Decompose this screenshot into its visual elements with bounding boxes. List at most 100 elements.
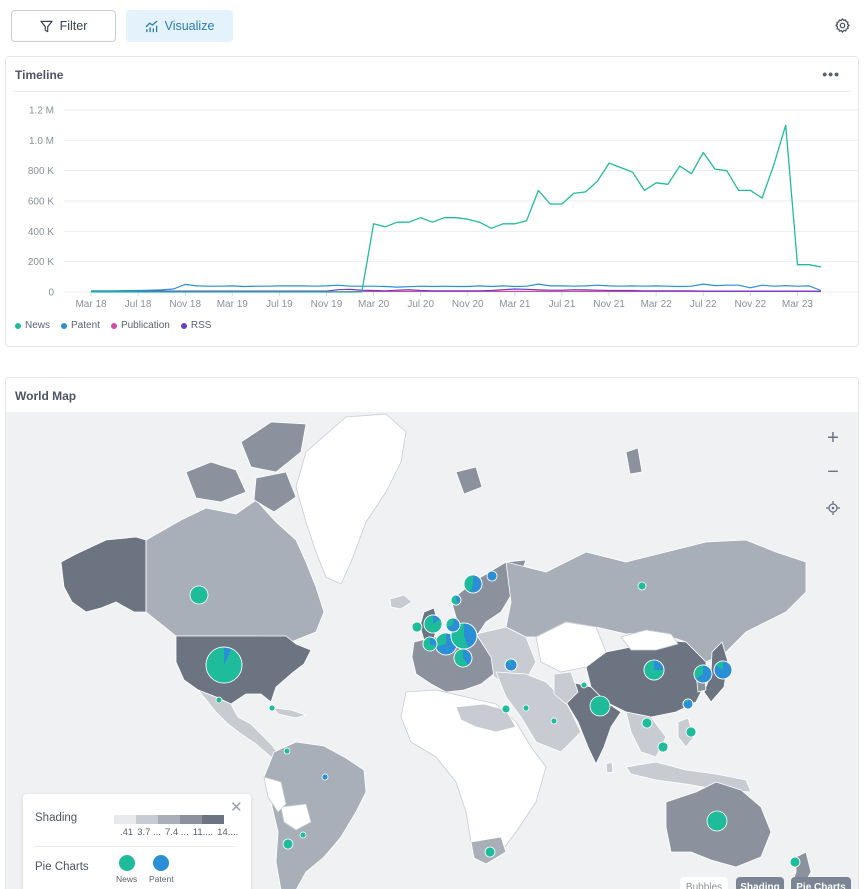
pie-marker-cuba[interactable] — [268, 704, 276, 712]
world-map-panel: World Map + − Shading ✕ .41 3.7 ... 7.4 … — [5, 377, 859, 889]
pie-marker-new-zealand[interactable] — [789, 856, 801, 868]
pie-marker-united-states[interactable] — [205, 646, 243, 684]
legend-item-rss[interactable]: RSS — [180, 320, 211, 331]
pie-marker-uae[interactable] — [550, 717, 558, 725]
y-tick-label: 400 K — [28, 227, 54, 238]
bubbles-mode-button[interactable]: Bubbles — [680, 877, 728, 889]
pie-marker-israel[interactable] — [522, 704, 530, 712]
zoom-in-button[interactable]: + — [823, 428, 843, 448]
x-tick-label: Mar 20 — [358, 299, 390, 310]
pie-marker-united-kingdom[interactable] — [423, 614, 443, 634]
x-tick-label: Jul 20 — [407, 299, 434, 310]
pie-slice — [486, 570, 498, 582]
pie-slice — [657, 741, 669, 753]
pie-marker-sweden[interactable] — [463, 574, 483, 594]
pie-key-label: Patent — [149, 874, 174, 884]
pie-marker-norway[interactable] — [450, 594, 462, 606]
pie-slice — [789, 856, 801, 868]
pie-marker-australia[interactable] — [706, 810, 728, 832]
pie-marker-spain[interactable] — [422, 636, 438, 652]
y-tick-label: 1.2 M — [29, 106, 54, 117]
pie-marker-malaysia[interactable] — [657, 741, 669, 753]
pie-marker-netherlands[interactable] — [445, 617, 461, 633]
pie-slice — [501, 704, 511, 714]
shading-range-label: 3.7 ... — [137, 827, 161, 838]
pie-marker-italy[interactable] — [453, 648, 473, 668]
shading-swatch — [202, 815, 224, 824]
pie-marker-philippines[interactable] — [685, 726, 697, 738]
region-caribbean — [273, 707, 307, 719]
divider — [35, 846, 236, 847]
pie-marker-egypt[interactable] — [501, 704, 511, 714]
legend-label: News — [25, 320, 51, 331]
region-canada — [145, 499, 325, 645]
pie-marker-south-korea[interactable] — [693, 664, 713, 684]
shading-swatch — [136, 815, 158, 824]
pie-marker-chile[interactable] — [282, 838, 294, 850]
timeline-panel: Timeline ••• 0 200 K 400 K 600 K 800 K 1.0 M1… — [5, 56, 859, 347]
pie-marker-canada[interactable] — [189, 585, 209, 605]
pie-charts-mode-button[interactable]: Pie Charts — [791, 877, 851, 889]
series-line-rss[interactable] — [90, 288, 822, 292]
x-tick-label: Jul 21 — [549, 299, 576, 310]
pie-charts-legend-label: Pie Charts — [35, 861, 89, 873]
x-tick-label: Jul 19 — [266, 299, 293, 310]
map-legend: Shading ✕ .41 3.7 ... 7.4 ... 11.... 14.... … — [23, 794, 251, 889]
pie-slice — [685, 726, 697, 738]
pie-marker-ireland[interactable] — [411, 621, 423, 633]
x-tick-label: Mar 21 — [499, 299, 531, 310]
filter-button[interactable]: Filter — [11, 10, 116, 42]
visualize-button-label: Visualize — [164, 19, 215, 33]
legend-item-patent[interactable]: Patent — [61, 320, 100, 331]
patent-swatch — [153, 855, 170, 871]
x-tick-label: Mar 23 — [782, 299, 814, 310]
timeline-chart: 0 200 K 400 K 600 K 800 K 1.0 M 1.2 M Mar 18 Jul… — [28, 106, 858, 310]
pie-marker-india[interactable] — [589, 695, 611, 717]
series-line-news[interactable] — [91, 124, 822, 293]
pie-slice — [215, 696, 223, 704]
y-tick-label: 200 K — [28, 257, 54, 268]
pie-slice — [550, 717, 558, 725]
pie-marker-japan[interactable] — [713, 660, 733, 680]
pie-marker-taiwan[interactable] — [682, 698, 694, 710]
pie-marker-mexico[interactable] — [215, 696, 223, 704]
visualize-button[interactable]: Visualize — [126, 10, 233, 42]
zoom-out-button[interactable]: − — [823, 462, 843, 482]
map-canvas[interactable]: + − Shading ✕ .41 3.7 ... 7.4 ... 11.... 14.… — [6, 412, 858, 889]
pie-marker-russia[interactable] — [637, 581, 647, 591]
x-tick-label: Nov 20 — [452, 299, 484, 310]
legend-item-news[interactable]: News — [15, 320, 50, 331]
y-tick-label: 600 K — [28, 197, 54, 208]
pie-key-label: News — [116, 874, 138, 884]
legend-item-publication[interactable]: Publication — [110, 320, 170, 331]
x-tick-label: Jul 18 — [125, 299, 152, 310]
shading-scale — [114, 815, 224, 824]
toolbar: Filter Visualize — [0, 0, 864, 52]
y-tick-label: 0 — [48, 288, 54, 299]
shading-swatch — [180, 815, 202, 824]
pie-marker-south-africa[interactable] — [484, 846, 496, 858]
legend-label: Publication — [120, 320, 170, 331]
region-united-states — [175, 635, 312, 705]
pie-slice — [282, 838, 294, 850]
pie-key-patent: Patent — [149, 855, 174, 884]
pie-marker-argentina[interactable] — [299, 831, 307, 839]
pie-marker-pakistan[interactable] — [580, 681, 588, 689]
shading-range-label: 7.4 ... — [164, 827, 189, 838]
region-canada-arctic — [185, 421, 307, 513]
series-line-patent[interactable] — [91, 283, 822, 292]
shading-mode-button[interactable]: Shading — [736, 877, 784, 889]
pie-marker-brazil[interactable] — [321, 773, 329, 781]
close-legend-icon[interactable]: ✕ — [230, 800, 243, 815]
pie-marker-turkey[interactable] — [504, 658, 518, 672]
pie-marker-china[interactable] — [643, 659, 665, 681]
pie-marker-finland[interactable] — [486, 570, 498, 582]
pie-slice — [589, 695, 611, 717]
gear-icon[interactable] — [834, 17, 851, 34]
locate-button[interactable] — [823, 498, 843, 518]
pie-marker-colombia[interactable] — [283, 747, 291, 755]
x-tick-label: Mar 22 — [641, 299, 673, 310]
pie-key-news: News — [116, 855, 137, 884]
x-tick-label: Nov 21 — [593, 299, 625, 310]
pie-marker-thailand[interactable] — [641, 717, 653, 729]
